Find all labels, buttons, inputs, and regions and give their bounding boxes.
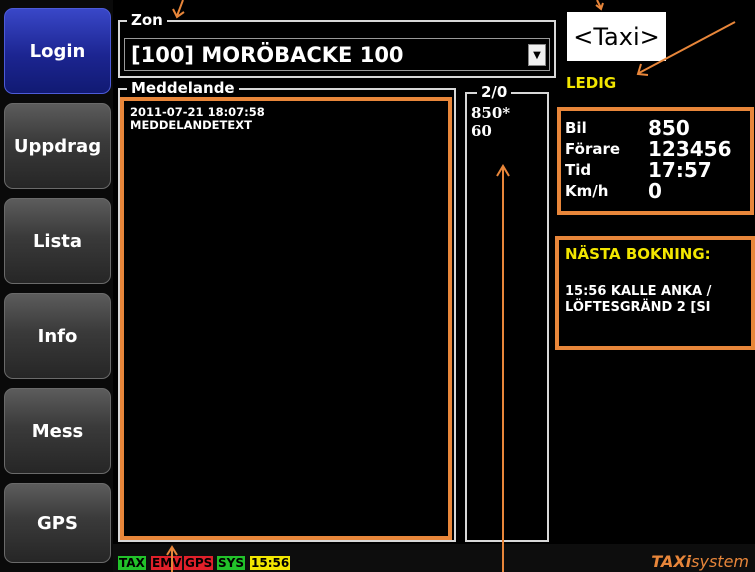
next-booking-line2: LÖFTESGRÄND 2 [SI [565, 300, 711, 315]
uppdrag-button[interactable]: Uppdrag [4, 103, 111, 189]
tid-label: Tid [565, 161, 592, 179]
taxi-badge: <Taxi> [567, 12, 666, 61]
login-button[interactable]: Login [4, 8, 111, 94]
lista-button[interactable]: Lista [4, 198, 111, 284]
status-label: LEDIG [566, 74, 617, 92]
login-button-label: Login [29, 40, 86, 62]
next-booking-title: NÄSTA BOKNING: [565, 245, 711, 263]
next-booking-line1: 15:56 KALLE ANKA / [565, 284, 712, 299]
brand-logo-b: system [691, 552, 749, 571]
sys-status-badge: SYS [217, 556, 245, 570]
uppdrag-button-label: Uppdrag [13, 135, 102, 157]
gps-button[interactable]: GPS [4, 483, 111, 563]
kmh-value: 0 [648, 179, 662, 203]
brand-logo-a: TAXi [651, 552, 692, 571]
chevron-down-icon[interactable]: ▼ [528, 44, 546, 66]
list-item[interactable]: 850* [471, 104, 510, 122]
brand-logo: TAXisystem [651, 552, 749, 571]
gps-button-label: GPS [37, 512, 78, 534]
zone-select-value: [100] MORÖBACKE 100 [131, 43, 404, 67]
info-button[interactable]: Info [4, 293, 111, 379]
gps-status-badge: GPS [184, 556, 214, 570]
arrow-taxi [595, 0, 604, 11]
arrow-zone [172, 0, 185, 19]
next-booking-content: NÄSTA BOKNING: 15:56 KALLE ANKA / LÖFTES… [559, 240, 751, 346]
zone-select[interactable]: [100] MORÖBACKE 100 ▼ [124, 38, 550, 71]
lista-button-label: Lista [32, 230, 83, 252]
mess-button-label: Mess [31, 420, 84, 442]
info-button-label: Info [37, 325, 78, 347]
car-list-legend: 2/0 [477, 84, 512, 100]
clock-badge: 15:56 [250, 556, 291, 570]
list-item[interactable]: 60 [471, 122, 510, 140]
status-bar: TAX EMV GPS SYS 15:56 TAXisystem [113, 544, 755, 572]
tax-status-badge: TAX [118, 556, 146, 570]
zone-legend: Zon [127, 12, 167, 28]
forare-label: Förare [565, 140, 621, 158]
car-list-group [465, 92, 549, 542]
mess-button[interactable]: Mess [4, 388, 111, 474]
bil-label: Bil [565, 119, 587, 137]
message-legend: Meddelande [127, 80, 239, 96]
message-highlight [120, 97, 452, 540]
sidebar: Login Uppdrag Lista Info Mess GPS [0, 0, 113, 572]
car-list[interactable]: 850* 60 [471, 104, 510, 140]
kmh-label: Km/h [565, 182, 609, 200]
emv-status-badge: EMV [151, 556, 183, 570]
